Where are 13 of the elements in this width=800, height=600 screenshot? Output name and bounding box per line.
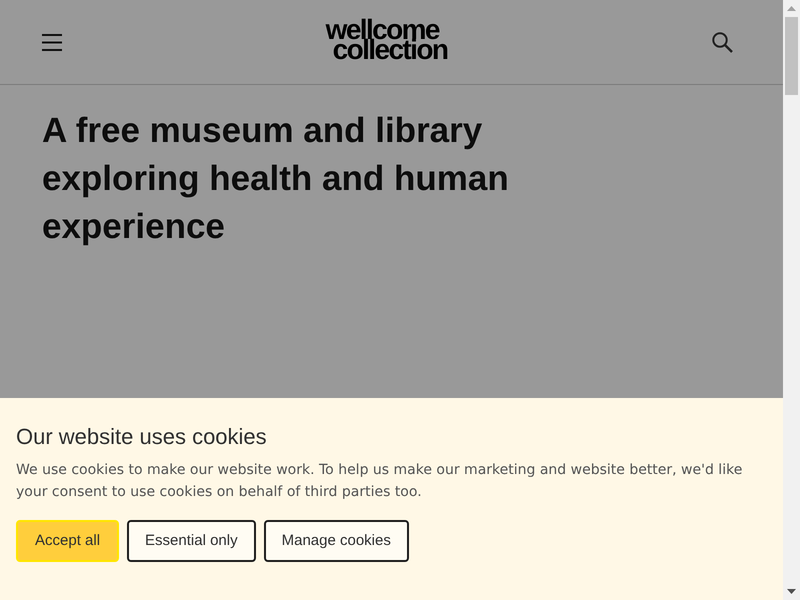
scroll-down-arrow-icon[interactable] (787, 589, 796, 594)
accept-button[interactable]: Accept all (16, 520, 120, 562)
cookie-option-button[interactable]: Manage cookies (264, 520, 409, 562)
cookie-banner-text: We use cookies to make our website work. To help us make our marketing and website better, we'd like your consent to use cookies on behalf of third parties too. (16, 461, 744, 502)
menu-button[interactable] (42, 33, 62, 51)
menu-icon (42, 34, 62, 50)
search-icon (712, 32, 732, 52)
site-logo[interactable]: wellcome collection (326, 20, 448, 59)
search-button[interactable] (711, 31, 733, 53)
scrollbar-thumb[interactable] (785, 17, 798, 95)
hero-heading: A free museum and library exploring health and human experience (42, 110, 510, 248)
cookie-option-button[interactable]: Essential only (127, 520, 256, 562)
cookie-banner-title: Our website uses cookies (16, 423, 268, 451)
